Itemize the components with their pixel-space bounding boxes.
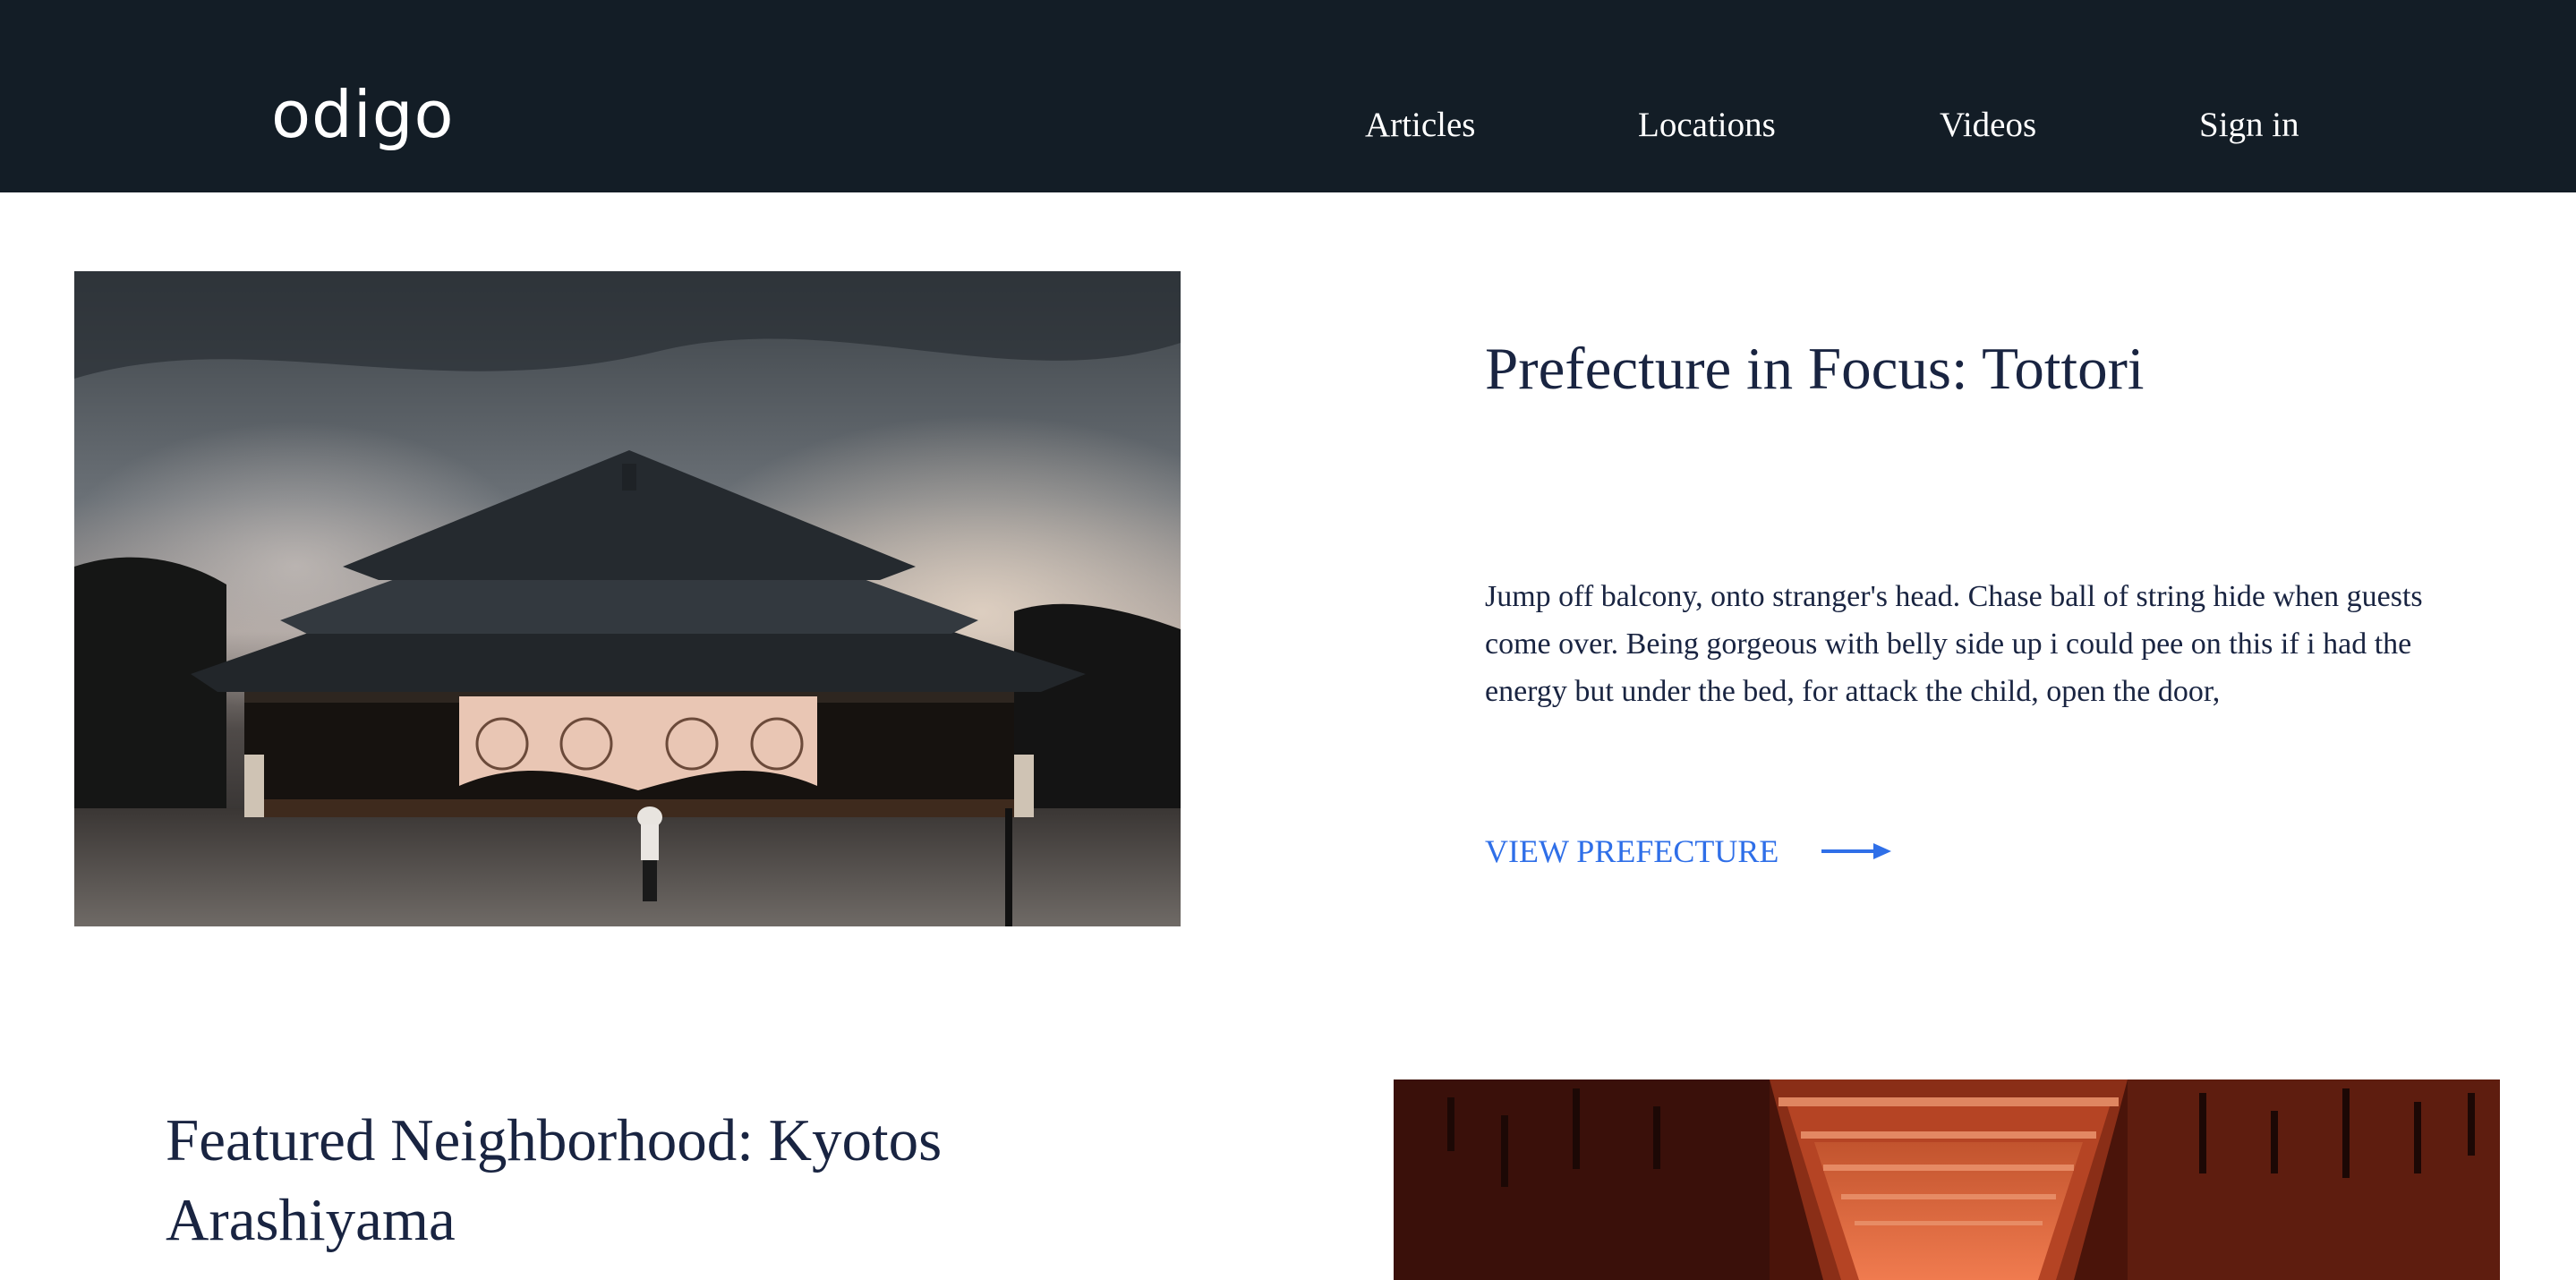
nav-articles[interactable]: Articles (1365, 107, 1475, 142)
logo[interactable]: odigo (271, 82, 455, 147)
view-prefecture-link[interactable]: VIEW PREFECTURE (1485, 830, 1778, 873)
site-header: odigo Articles Locations Videos Sign in (0, 0, 2576, 192)
torii-gates-photo (1394, 1079, 2500, 1280)
neighborhood-title: Featured Neighborhood: Kyotos Arashiyama (166, 1107, 943, 1253)
prefecture-title: Prefecture in Focus: Tottori (1485, 336, 2145, 402)
nav-sign-in[interactable]: Sign in (2199, 107, 2299, 142)
nav-videos[interactable]: Videos (1940, 107, 2036, 142)
page: odigo Articles Locations Videos Sign in (0, 0, 2576, 1280)
nav-locations[interactable]: Locations (1638, 107, 1776, 142)
shrine-photo (74, 271, 1181, 926)
arrow-right-icon[interactable] (1821, 840, 1891, 863)
prefecture-description: Jump off balcony, onto stranger's head. … (1485, 580, 2423, 708)
